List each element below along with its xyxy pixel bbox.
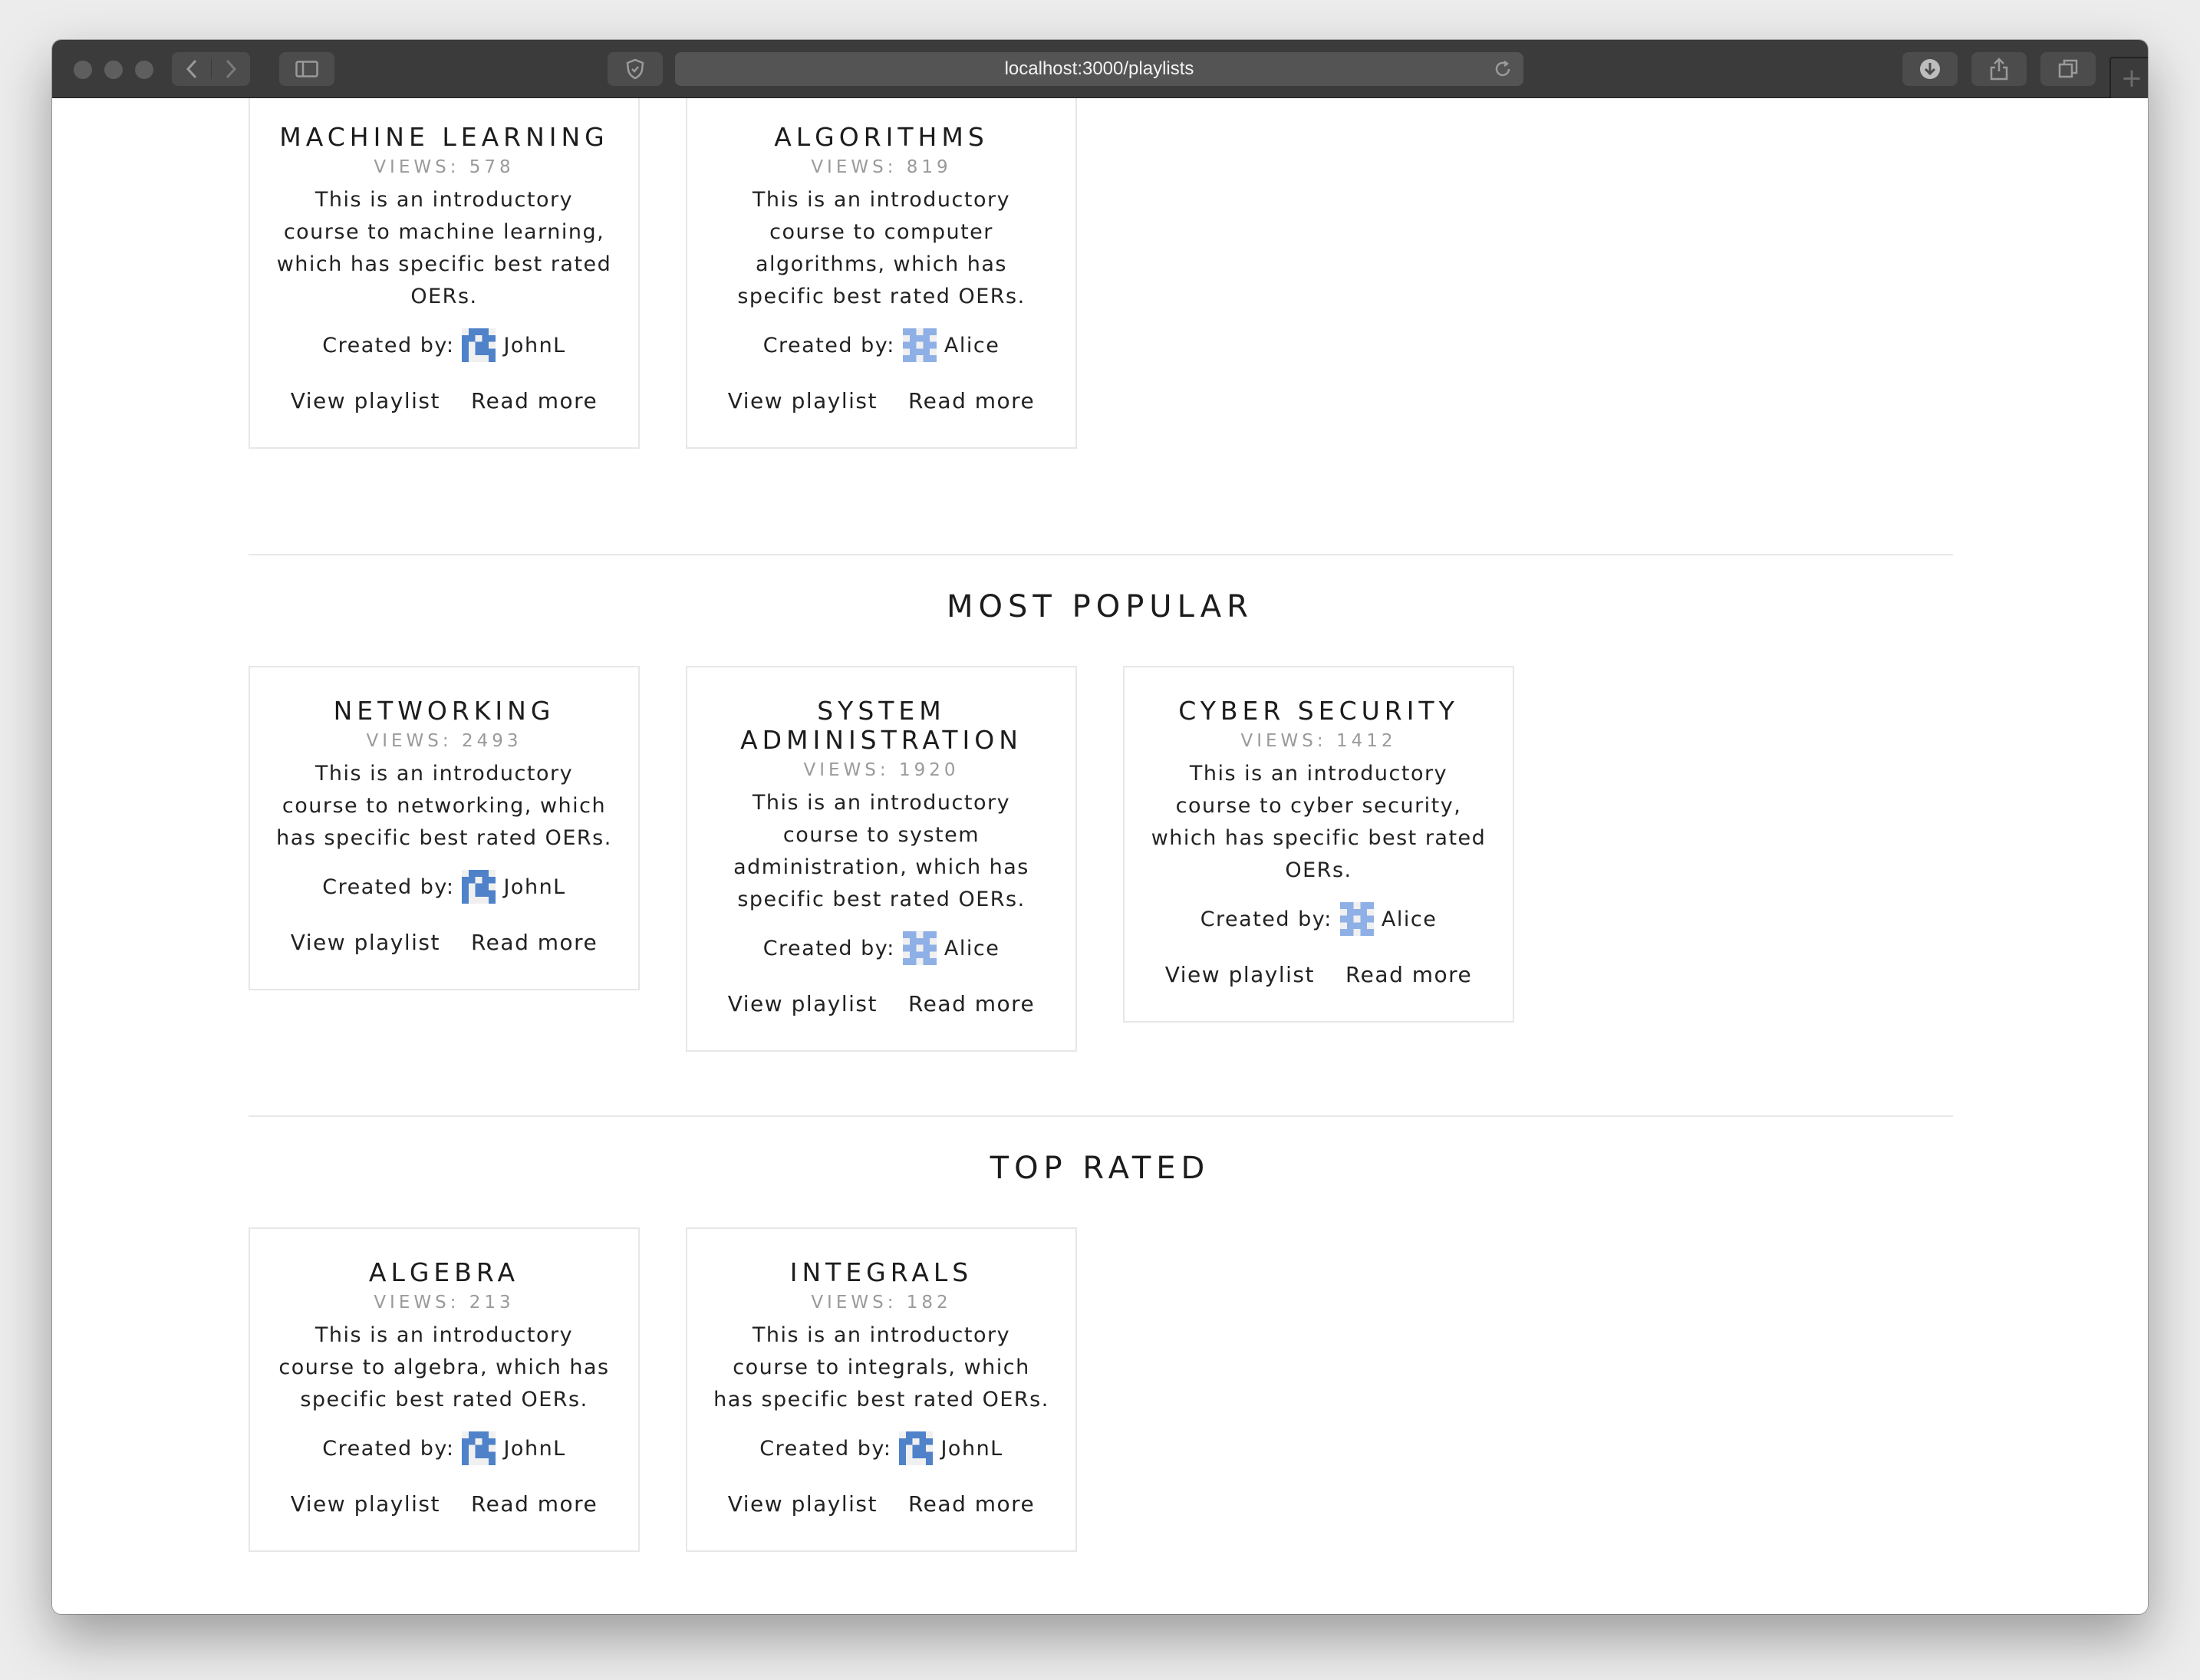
author-avatar-icon [902, 328, 937, 362]
downloads-icon[interactable] [1902, 52, 1958, 86]
browser-window: localhost:3000/playlists + MACHINE LEARN… [52, 40, 2148, 1614]
playlist-views: VIEWS: 213 [374, 1293, 515, 1313]
playlist-title: NETWORKING [333, 696, 555, 726]
playlist-views: VIEWS: 2493 [366, 731, 522, 751]
playlist-card: INTEGRALS VIEWS: 182 This is an introduc… [686, 1227, 1077, 1552]
playlist-actions: View playlist Read more [703, 1491, 1060, 1517]
sidebar-toggle-icon[interactable] [279, 52, 334, 86]
address-url: localhost:3000/playlists [1004, 58, 1194, 79]
created-by-label: Created by: [322, 1436, 455, 1461]
read-more-link[interactable]: Read more [908, 991, 1035, 1016]
author-name[interactable]: JohnL [940, 1437, 1003, 1461]
author-avatar-icon [462, 328, 496, 362]
playlist-actions: View playlist Read more [265, 388, 623, 413]
playlist-card: ALGEBRA VIEWS: 213 This is an introducto… [249, 1227, 640, 1552]
playlist-actions: View playlist Read more [703, 388, 1060, 413]
playlist-creator: Created by: JohnL [265, 328, 623, 362]
page-content: MACHINE LEARNING VIEWS: 578 This is an i… [52, 98, 2148, 1614]
created-by-label: Created by: [759, 1436, 892, 1461]
author-name[interactable]: Alice [944, 334, 1000, 357]
playlist-description: This is an introductory course to networ… [276, 762, 612, 850]
playlist-description: This is an introductory course to machin… [276, 188, 612, 308]
author-name[interactable]: JohnL [503, 1437, 565, 1461]
read-more-link[interactable]: Read more [1345, 962, 1472, 987]
author-name[interactable]: JohnL [503, 875, 565, 899]
playlist-views: VIEWS: 1412 [1240, 731, 1397, 751]
view-playlist-link[interactable]: View playlist [291, 930, 440, 955]
playlist-title: MACHINE LEARNING [279, 122, 609, 152]
author-name[interactable]: JohnL [503, 334, 565, 357]
back-forward-group [172, 52, 250, 86]
close-window-icon[interactable] [74, 61, 92, 79]
playlist-description: This is an introductory course to integr… [713, 1323, 1049, 1412]
tabs-overview-icon[interactable] [2040, 52, 2096, 86]
playlist-creator: Created by: JohnL [265, 1431, 623, 1465]
created-by-label: Created by: [762, 333, 895, 357]
share-icon[interactable] [1971, 52, 2027, 86]
reload-icon[interactable] [1493, 59, 1513, 84]
read-more-link[interactable]: Read more [471, 1491, 598, 1517]
created-by-label: Created by: [762, 936, 895, 960]
playlist-title: ALGORITHMS [774, 122, 989, 152]
playlist-description: This is an introductory course to algebr… [278, 1323, 610, 1412]
created-by-label: Created by: [322, 875, 455, 899]
created-by-label: Created by: [322, 333, 455, 357]
maximize-window-icon[interactable] [135, 61, 153, 79]
playlist-card: NETWORKING VIEWS: 2493 This is an introd… [249, 666, 640, 990]
playlist-creator: Created by: JohnL [703, 1431, 1060, 1465]
view-playlist-link[interactable]: View playlist [728, 991, 878, 1016]
playlist-actions: View playlist Read more [703, 991, 1060, 1016]
playlist-views: VIEWS: 182 [811, 1293, 952, 1313]
author-avatar-icon [462, 870, 496, 904]
author-avatar-icon [899, 1431, 934, 1465]
playlist-creator: Created by: Alice [1140, 902, 1497, 936]
playlist-views: VIEWS: 578 [374, 157, 515, 177]
created-by-label: Created by: [1200, 907, 1332, 931]
section-divider [249, 554, 1953, 555]
privacy-shield-icon[interactable] [608, 52, 663, 86]
playlist-title: SYSTEM ADMINISTRATION [740, 696, 1023, 755]
read-more-link[interactable]: Read more [471, 388, 598, 413]
section-divider [249, 1115, 1953, 1117]
playlist-description: This is an introductory course to cyber … [1151, 762, 1487, 882]
section-title-most-popular: MOST POPULAR [947, 589, 1253, 624]
view-playlist-link[interactable]: View playlist [1165, 962, 1315, 987]
playlist-creator: Created by: Alice [703, 931, 1060, 965]
author-avatar-icon [1339, 902, 1374, 936]
section-title-top-rated: TOP RATED [990, 1151, 1210, 1186]
playlist-actions: View playlist Read more [1140, 962, 1497, 987]
back-arrow-icon[interactable] [173, 59, 211, 79]
playlist-actions: View playlist Read more [265, 1491, 623, 1517]
playlist-card: CYBER SECURITY VIEWS: 1412 This is an in… [1123, 666, 1514, 1023]
playlist-description: This is an introductory course to comput… [737, 188, 1026, 308]
playlist-creator: Created by: JohnL [265, 870, 623, 904]
playlist-description: This is an introductory course to system… [733, 791, 1029, 911]
read-more-link[interactable]: Read more [471, 930, 598, 955]
view-playlist-link[interactable]: View playlist [291, 388, 440, 413]
author-name[interactable]: Alice [1382, 908, 1437, 931]
read-more-link[interactable]: Read more [908, 1491, 1035, 1517]
address-bar[interactable]: localhost:3000/playlists [675, 52, 1523, 86]
browser-toolbar: localhost:3000/playlists + [52, 40, 2148, 101]
view-playlist-link[interactable]: View playlist [291, 1491, 440, 1517]
playlist-title: ALGEBRA [368, 1257, 520, 1287]
view-playlist-link[interactable]: View playlist [728, 1491, 878, 1517]
author-avatar-icon [902, 931, 937, 965]
playlist-card: MACHINE LEARNING VIEWS: 578 This is an i… [249, 98, 640, 449]
forward-arrow-icon[interactable] [211, 59, 249, 79]
read-more-link[interactable]: Read more [908, 388, 1035, 413]
playlist-title: INTEGRALS [789, 1257, 973, 1287]
author-avatar-icon [462, 1431, 496, 1465]
author-name[interactable]: Alice [944, 937, 1000, 960]
playlist-views: VIEWS: 1920 [803, 760, 960, 780]
playlist-card: ALGORITHMS VIEWS: 819 This is an introdu… [686, 98, 1077, 449]
playlist-title: CYBER SECURITY [1178, 696, 1459, 726]
playlist-actions: View playlist Read more [265, 930, 623, 955]
playlist-views: VIEWS: 819 [811, 157, 952, 177]
playlist-creator: Created by: Alice [703, 328, 1060, 362]
minimize-window-icon[interactable] [104, 61, 123, 79]
new-tab-button[interactable]: + [2109, 57, 2148, 101]
playlist-card: SYSTEM ADMINISTRATION VIEWS: 1920 This i… [686, 666, 1077, 1052]
view-playlist-link[interactable]: View playlist [728, 388, 878, 413]
